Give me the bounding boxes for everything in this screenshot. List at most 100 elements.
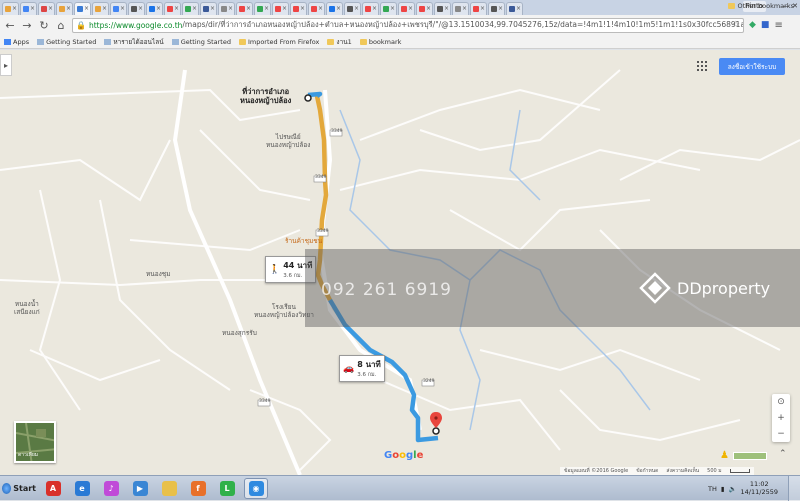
- back-icon[interactable]: ←: [4, 19, 16, 32]
- tab-close-icon[interactable]: ×: [120, 6, 125, 12]
- my-location-icon[interactable]: ⊙: [777, 397, 785, 407]
- browser-tab[interactable]: ×: [2, 2, 19, 15]
- tab-close-icon[interactable]: ×: [210, 6, 215, 12]
- language-indicator[interactable]: TH: [708, 485, 717, 493]
- tab-close-icon[interactable]: ×: [12, 6, 17, 12]
- browser-tab[interactable]: ×: [164, 2, 181, 15]
- browser-tab[interactable]: ×: [380, 2, 397, 15]
- browser-tab[interactable]: ×: [452, 2, 469, 15]
- browser-tab[interactable]: ×: [326, 2, 343, 15]
- origin-label[interactable]: ที่ว่าการอำเภอ หนองหญ้าปล้อง: [240, 87, 291, 105]
- main-route-info[interactable]: 🚗 8 นาที 3.6 กม.: [339, 355, 385, 382]
- origin-marker[interactable]: [304, 94, 312, 102]
- browser-tab[interactable]: ×: [92, 2, 109, 15]
- taskbar-itunes-button[interactable]: ♪: [99, 478, 123, 499]
- start-button[interactable]: Start: [2, 478, 36, 499]
- bookmark-item[interactable]: งาน1: [327, 37, 355, 47]
- other-bookmarks[interactable]: Other bookmarks: [728, 2, 794, 10]
- tab-close-icon[interactable]: ×: [66, 6, 71, 12]
- show-desktop-button[interactable]: [788, 476, 800, 501]
- forward-icon[interactable]: →: [21, 19, 33, 32]
- browser-tab[interactable]: ×: [20, 2, 37, 15]
- browser-tab[interactable]: ×: [200, 2, 217, 15]
- zoom-in-button[interactable]: +: [777, 413, 785, 423]
- extension-icon[interactable]: ◆: [749, 20, 756, 30]
- bookmark-item[interactable]: Getting Started: [171, 38, 235, 46]
- address-bar[interactable]: 🔒 https://www.google.co.th /maps/dir/ที่…: [72, 17, 744, 33]
- browser-tab[interactable]: ×: [362, 2, 379, 15]
- signin-button[interactable]: ลงชื่อเข้าใช้ระบบ: [719, 58, 785, 75]
- tab-close-icon[interactable]: ×: [246, 6, 251, 12]
- tab-close-icon[interactable]: ×: [462, 6, 467, 12]
- browser-tab[interactable]: ×: [290, 2, 307, 15]
- taskbar-firefox-button[interactable]: f: [186, 478, 210, 499]
- browser-tab[interactable]: ×: [110, 2, 127, 15]
- clock[interactable]: 11:02 14/11/2559: [741, 480, 778, 496]
- taskbar-media-player-button[interactable]: ▶: [128, 478, 152, 499]
- taskbar-folder-button[interactable]: [157, 478, 181, 499]
- browser-tab[interactable]: ×: [56, 2, 73, 15]
- extension-icon[interactable]: ■: [761, 20, 770, 30]
- map-canvas[interactable]: ▸ ลงชื่อเข้าใช้ระบบ ที่ว่าการอำเภอ หนองห…: [0, 50, 800, 475]
- taskbar-line-button[interactable]: L: [215, 478, 239, 499]
- tab-close-icon[interactable]: ×: [336, 6, 341, 12]
- imagery-strip[interactable]: [733, 452, 767, 460]
- browser-tab[interactable]: ×: [38, 2, 55, 15]
- terms-link[interactable]: ข้อกำหนด: [636, 467, 658, 475]
- browser-tab[interactable]: ×: [146, 2, 163, 15]
- bookmark-item[interactable]: Apps: [4, 38, 33, 46]
- bookmark-item[interactable]: bookmark: [359, 38, 406, 46]
- taskbar-pdf-app-button[interactable]: A: [41, 478, 65, 499]
- browser-tab[interactable]: ×: [344, 2, 361, 15]
- browser-tab[interactable]: ×: [470, 2, 487, 15]
- tab-close-icon[interactable]: ×: [408, 6, 413, 12]
- tab-close-icon[interactable]: ×: [372, 6, 377, 12]
- tab-close-icon[interactable]: ×: [354, 6, 359, 12]
- side-panel-toggle[interactable]: ▸: [0, 54, 12, 76]
- satellite-toggle[interactable]: ดาวเทียม: [14, 421, 56, 463]
- tab-close-icon[interactable]: ×: [390, 6, 395, 12]
- browser-tab[interactable]: ×: [398, 2, 415, 15]
- browser-tab[interactable]: ×: [488, 2, 505, 15]
- tab-close-icon[interactable]: ×: [156, 6, 161, 12]
- browser-tab[interactable]: ×: [506, 2, 523, 15]
- tab-close-icon[interactable]: ×: [426, 6, 431, 12]
- browser-tab[interactable]: ×: [434, 2, 451, 15]
- tab-close-icon[interactable]: ×: [192, 6, 197, 12]
- tab-close-icon[interactable]: ×: [48, 6, 53, 12]
- browser-tab[interactable]: ×: [236, 2, 253, 15]
- tab-close-icon[interactable]: ×: [228, 6, 233, 12]
- bookmark-item[interactable]: หารายได้ออนไลน์: [104, 37, 167, 47]
- browser-tab[interactable]: ×: [74, 2, 91, 15]
- google-apps-icon[interactable]: [697, 61, 707, 71]
- browser-tab[interactable]: ×: [128, 2, 145, 15]
- bookmark-item[interactable]: Imported From Firefox: [238, 38, 323, 46]
- browser-tab[interactable]: ×: [182, 2, 199, 15]
- browser-tab[interactable]: ×: [308, 2, 325, 15]
- browser-tab[interactable]: ×: [416, 2, 433, 15]
- home-icon[interactable]: ⌂: [55, 19, 67, 32]
- zoom-out-button[interactable]: −: [777, 429, 785, 439]
- tab-close-icon[interactable]: ×: [282, 6, 287, 12]
- tab-close-icon[interactable]: ×: [444, 6, 449, 12]
- tab-close-icon[interactable]: ×: [300, 6, 305, 12]
- browser-tab[interactable]: ×: [218, 2, 235, 15]
- destination-pin-icon[interactable]: [430, 412, 442, 428]
- browser-tab[interactable]: ×: [254, 2, 271, 15]
- tab-close-icon[interactable]: ×: [264, 6, 269, 12]
- bookmark-star-icon[interactable]: ☆: [732, 20, 740, 30]
- tab-close-icon[interactable]: ×: [174, 6, 179, 12]
- feedback-link[interactable]: ส่งความคิดเห็น: [666, 467, 699, 475]
- tab-close-icon[interactable]: ×: [480, 6, 485, 12]
- network-icon[interactable]: ▮: [721, 485, 725, 493]
- tab-close-icon[interactable]: ×: [102, 6, 107, 12]
- browser-tab[interactable]: ×: [272, 2, 289, 15]
- tab-close-icon[interactable]: ×: [84, 6, 89, 12]
- reload-icon[interactable]: ↻: [38, 19, 50, 32]
- tab-close-icon[interactable]: ×: [138, 6, 143, 12]
- menu-icon[interactable]: ≡: [774, 20, 782, 31]
- tab-close-icon[interactable]: ×: [318, 6, 323, 12]
- pegman-icon[interactable]: ♟: [720, 450, 729, 461]
- tab-close-icon[interactable]: ×: [516, 6, 521, 12]
- chevron-up-icon[interactable]: ⌃: [779, 449, 787, 459]
